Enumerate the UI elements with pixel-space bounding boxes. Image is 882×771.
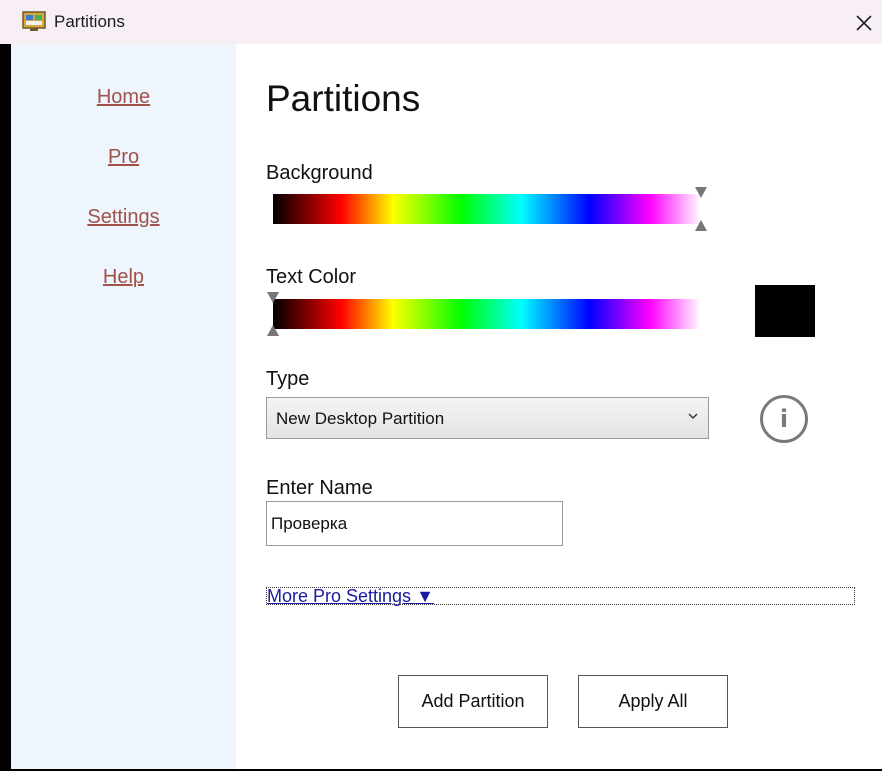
sidebar-item-help[interactable]: Help (11, 266, 236, 289)
main-panel: Partitions Background Text Color Type Ne… (236, 44, 882, 769)
info-icon[interactable]: i (760, 395, 808, 443)
text-color-swatch (755, 285, 815, 337)
name-input[interactable] (266, 501, 563, 546)
page-title: Partitions (266, 78, 421, 119)
type-label: Type (266, 368, 310, 390)
chevron-down-icon (688, 413, 698, 419)
text-color-label: Text Color (266, 266, 357, 288)
sidebar-item-home[interactable]: Home (11, 86, 236, 109)
sidebar-item-settings[interactable]: Settings (11, 206, 236, 229)
name-label: Enter Name (266, 477, 373, 499)
background-label: Background (266, 162, 373, 184)
close-button[interactable] (846, 6, 882, 40)
close-icon (856, 15, 872, 31)
sidebar-item-pro[interactable]: Pro (11, 146, 236, 169)
more-pro-settings-label: More Pro Settings ▼ (267, 586, 434, 606)
window-title: Partitions (54, 12, 125, 31)
text-color-slider[interactable] (273, 299, 701, 329)
partitions-app-icon (22, 11, 46, 31)
sidebar: Home Pro Settings Help (11, 44, 236, 769)
text-color-slider-thumb[interactable] (266, 292, 280, 336)
title-bar: Partitions (0, 0, 882, 44)
background-slider-thumb[interactable] (694, 187, 708, 231)
partition-type-select[interactable]: New Desktop Partition (266, 397, 709, 439)
more-pro-settings-link[interactable]: More Pro Settings ▼ (266, 586, 855, 606)
apply-all-button[interactable]: Apply All (578, 675, 728, 728)
partition-type-value: New Desktop Partition (276, 409, 445, 428)
background-color-slider[interactable] (273, 194, 701, 224)
add-partition-button[interactable]: Add Partition (398, 675, 548, 728)
